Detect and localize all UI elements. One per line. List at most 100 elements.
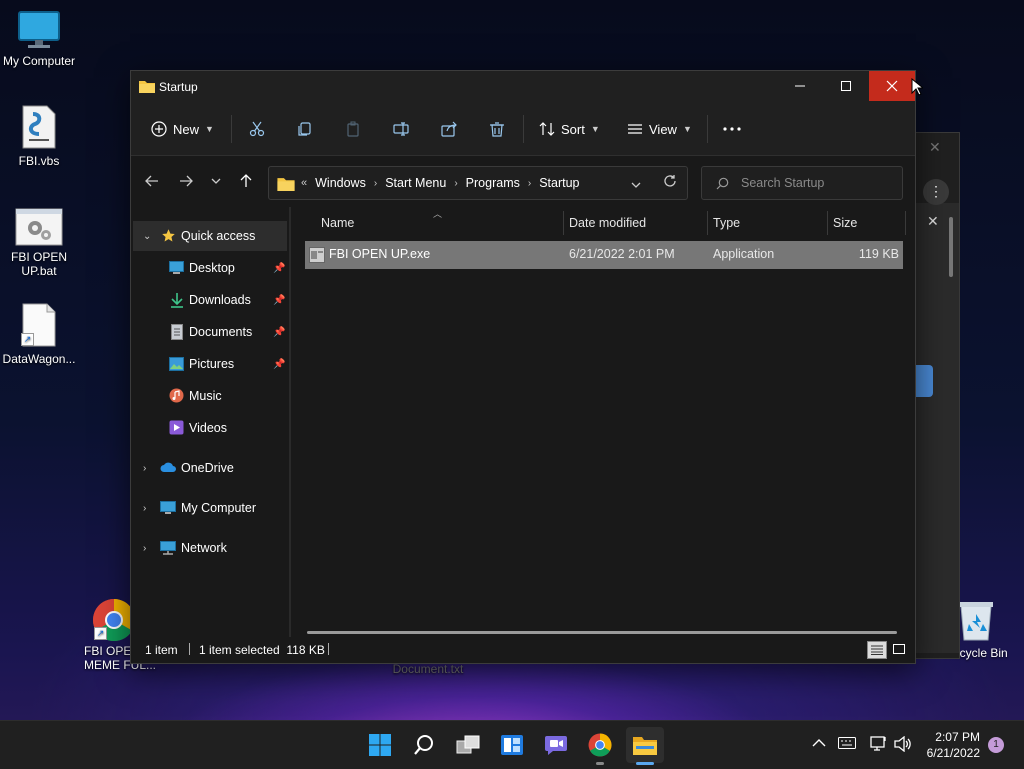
view-button[interactable]: View ▼ [627,115,692,143]
horizontal-scrollbar[interactable] [307,631,897,634]
command-bar: New ▼ Sort ▼ View ▼ [131,103,915,156]
search-box[interactable] [701,166,903,200]
pin-icon[interactable]: 📌 [273,327,285,338]
delete-button[interactable] [489,115,505,143]
forward-button[interactable] [175,170,197,192]
monitor-icon [160,501,176,518]
nav-label: Pictures [189,357,235,371]
address-history-button[interactable] [631,177,641,191]
breadcrumb-programs[interactable]: Programs [466,176,520,190]
rename-button[interactable] [393,115,409,143]
status-bar: 1 item 1 item selected 118 KB [131,637,915,663]
chevron-right-icon[interactable]: › [143,503,146,514]
volume-icon[interactable] [894,735,912,755]
file-explorer-button[interactable] [626,727,664,763]
chevron-right-icon[interactable]: › [143,543,146,554]
application-file-icon [309,247,325,266]
cut-button[interactable] [249,115,265,143]
column-header-size[interactable]: Size [833,207,857,239]
notification-badge[interactable]: 1 [988,737,1004,753]
keyboard-icon[interactable] [838,737,856,752]
column-header-date[interactable]: Date modified [569,207,646,239]
up-button[interactable] [235,170,257,192]
pin-icon[interactable]: 📌 [273,295,285,306]
dialog-panel: ✕ [911,203,959,653]
nav-videos[interactable]: Videos [133,413,287,443]
search-button[interactable] [410,731,438,759]
nav-music[interactable]: Music [133,381,287,411]
pin-icon[interactable]: 📌 [273,359,285,370]
task-view-button[interactable] [454,731,482,759]
desktop-icon-document-txt[interactable]: Document.txt [386,662,470,676]
details-view-icon [871,645,883,655]
nav-pictures[interactable]: Pictures 📌 [133,349,287,379]
chevron-right-icon[interactable]: › [528,178,531,189]
close-icon[interactable]: ✕ [929,139,941,156]
arrow-right-icon [180,175,193,187]
chevron-down-icon: ▼ [590,124,600,134]
copy-button[interactable] [297,115,313,143]
nav-my-computer[interactable]: › My Computer [133,493,287,523]
address-bar[interactable]: « Windows › Start Menu › Programs › Star… [268,166,688,200]
teams-chat-button[interactable] [542,731,570,759]
minimize-button[interactable] [777,71,823,101]
network-status-icon[interactable] [870,736,888,755]
recent-locations-button[interactable] [205,170,227,192]
start-button[interactable] [366,731,394,759]
desktop-icon-fbi-vbs[interactable]: FBI.vbs [0,104,81,168]
nav-label: OneDrive [181,461,234,475]
widgets-button[interactable] [498,731,526,759]
window-title: Startup [159,80,198,94]
arrow-up-icon [240,174,252,187]
search-input[interactable] [739,175,893,191]
more-options-icon[interactable]: ⋮ [923,179,949,205]
chevron-down-icon[interactable]: ⌄ [143,231,151,242]
sort-button[interactable]: Sort ▼ [539,115,600,143]
chevron-right-icon[interactable]: › [143,463,146,474]
column-header-name[interactable]: Name [321,207,354,239]
desktop-icon-label: DataWagon... [2,352,76,366]
nav-onedrive[interactable]: › OneDrive [133,453,287,483]
chevron-right-icon[interactable]: › [454,178,457,189]
nav-desktop[interactable]: Desktop 📌 [133,253,287,283]
back-button[interactable] [141,170,163,192]
view-list-icon [628,124,642,134]
file-type: Application [713,247,775,261]
breadcrumb-startup[interactable]: Startup [539,176,579,190]
arrow-left-icon [145,175,158,187]
table-row[interactable]: FBI OPEN UP.exe 6/21/2022 2:01 PM Applic… [305,241,903,269]
share-button[interactable] [441,115,457,143]
more-options-button[interactable] [723,115,741,143]
search-icon [414,735,433,755]
desktop-icon [169,261,184,278]
chrome-button[interactable] [586,731,614,759]
close-button[interactable] [869,71,915,101]
clock[interactable]: 2:07 PM 6/21/2022 [927,729,980,761]
breadcrumb-start-menu[interactable]: Start Menu [385,176,446,190]
new-button[interactable]: New ▼ [151,115,214,143]
paste-button[interactable] [345,115,361,143]
desktop-icon-datawagon[interactable]: ↗ DataWagon... [0,302,81,366]
desktop-icon-label: My Computer [2,54,76,68]
refresh-button[interactable] [663,174,677,191]
details-view-button[interactable] [867,641,887,659]
title-bar[interactable]: Startup [131,71,915,103]
maximize-button[interactable] [823,71,869,101]
nav-quick-access[interactable]: ⌄ Quick access [133,221,287,251]
pin-icon[interactable]: 📌 [273,263,285,274]
breadcrumb-windows[interactable]: Windows [315,176,366,190]
nav-documents[interactable]: Documents 📌 [133,317,287,347]
desktop-icon-label: Document.txt [392,662,464,676]
scrollbar-thumb[interactable] [949,217,953,277]
nav-downloads[interactable]: Downloads 📌 [133,285,287,315]
column-header-type[interactable]: Type [713,207,740,239]
tiles-view-button[interactable] [891,641,907,657]
nav-network[interactable]: › Network [133,533,287,563]
show-hidden-icons-button[interactable] [812,737,826,751]
trash-icon [490,122,504,137]
dialog-close-icon[interactable]: ✕ [927,213,939,230]
chevron-right-icon[interactable]: › [374,178,377,189]
overflow-chevron-icon[interactable]: « [301,177,307,189]
desktop-icon-fbi-bat[interactable]: FBI OPEN UP.bat [0,208,81,278]
desktop-icon-my-computer[interactable]: My Computer [0,10,81,68]
